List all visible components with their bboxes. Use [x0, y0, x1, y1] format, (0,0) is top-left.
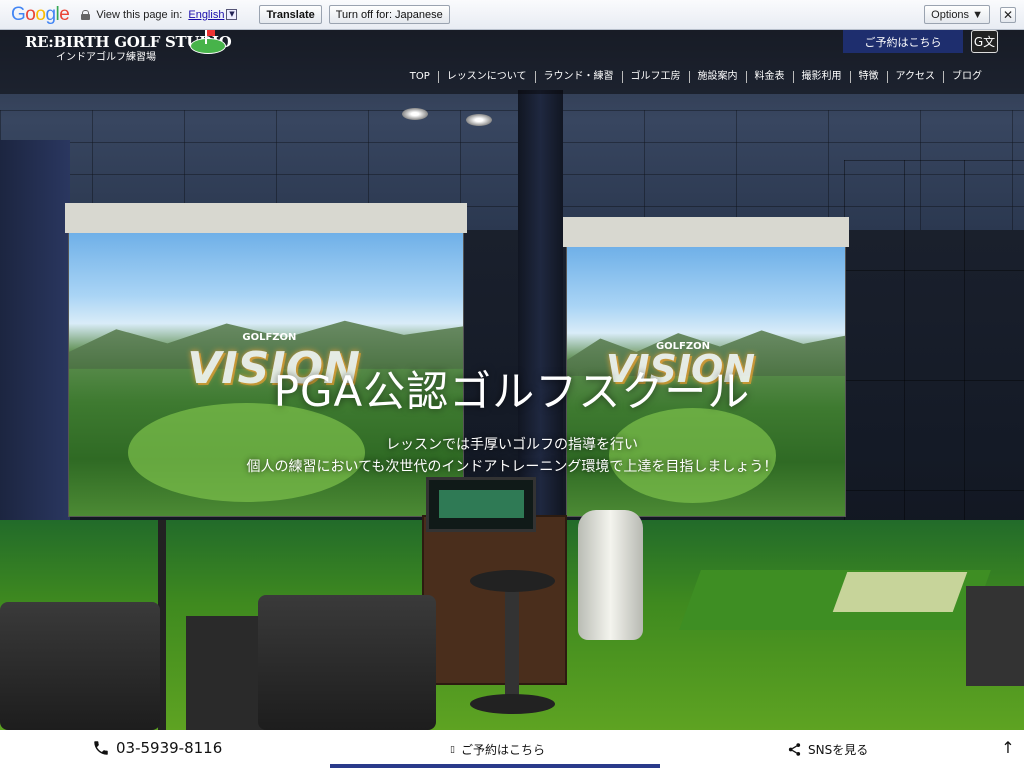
nav-item-shooting[interactable]: 撮影利用 — [792, 71, 850, 83]
translate-button[interactable]: Translate — [259, 5, 322, 24]
language-select[interactable]: English — [188, 9, 224, 21]
bottom-reserve-link[interactable]: ▯ ご予約はこちら — [450, 741, 545, 758]
active-strip — [330, 764, 660, 768]
nav-item-top[interactable]: TOP — [402, 71, 438, 83]
translate-prompt: View this page in: — [96, 8, 183, 21]
translate-icon[interactable]: G文 — [971, 30, 998, 53]
options-button[interactable]: Options ▼ — [924, 5, 990, 24]
bench-right — [966, 586, 1024, 686]
nav-item-lesson[interactable]: レッスンについて — [437, 71, 535, 83]
reserve-button[interactable]: ご予約はこちら — [843, 30, 963, 53]
site-logo[interactable]: RE:BIRTH GOLF STUDIO インドアゴルフ練習場 — [25, 30, 232, 64]
sns-label: SNSを見る — [808, 743, 869, 757]
nav-item-workshop[interactable]: ゴルフ工房 — [621, 71, 689, 83]
tee-mat — [832, 572, 968, 612]
main-nav: TOP レッスンについて ラウンド・練習 ゴルフ工房 施設案内 料金表 撮影利用… — [402, 71, 990, 83]
phone-number: 03-5939-8116 — [116, 739, 223, 757]
sofa-left — [0, 602, 160, 730]
turn-off-button[interactable]: Turn off for: Japanese — [328, 5, 450, 24]
stool — [470, 570, 555, 592]
nav-item-access[interactable]: アクセス — [886, 71, 944, 83]
nav-item-features[interactable]: 特徴 — [849, 71, 887, 83]
golf-bag — [578, 510, 643, 640]
monitor — [426, 477, 536, 532]
sns-link[interactable]: SNSを見る — [787, 741, 868, 758]
golf-green-icon — [190, 38, 226, 54]
site-header: RE:BIRTH GOLF STUDIO インドアゴルフ練習場 ご予約はこちら … — [0, 30, 1024, 94]
google-logo: Google — [11, 3, 70, 25]
lock-icon — [81, 9, 91, 20]
hero-subtitle-line: 個人の練習においても次世代のインドアトレーニング環境で上達を目指しましょう！ — [246, 459, 778, 475]
nav-item-blog[interactable]: ブログ — [943, 71, 990, 83]
hero-subtitle-line: レッスンでは手厚いゴルフの指導を行い — [386, 437, 638, 453]
desk — [422, 515, 567, 685]
nav-item-round[interactable]: ラウンド・練習 — [534, 71, 622, 83]
chevron-down-icon[interactable]: ▼ — [226, 9, 238, 20]
ceiling-light — [466, 114, 492, 126]
sofa-right — [258, 595, 436, 730]
flag-icon — [205, 30, 215, 44]
share-icon — [788, 743, 801, 756]
hero-subtitle: レッスンでは手厚いゴルフの指導を行い 個人の練習においても次世代のインドアトレー… — [0, 434, 1024, 478]
phone-icon — [94, 741, 108, 755]
bottom-reserve-label: ご予約はこちら — [460, 743, 545, 757]
close-icon[interactable]: ✕ — [1000, 6, 1016, 23]
nav-item-price[interactable]: 料金表 — [745, 71, 793, 83]
screen-brand: GOLFZON — [242, 332, 297, 344]
left-wall — [0, 140, 70, 560]
back-to-top-icon[interactable]: ↑ — [998, 738, 1018, 760]
calendar-icon: ▯ — [450, 744, 455, 755]
ceiling-light — [402, 108, 428, 120]
translate-bar: Google View this page in: English ▼ Tran… — [0, 0, 1024, 30]
phone-link[interactable]: 03-5939-8116 — [92, 739, 222, 757]
bottom-bar: 03-5939-8116 ▯ ご予約はこちら SNSを見る ↑ — [0, 730, 1024, 768]
nav-item-facility[interactable]: 施設案内 — [688, 71, 746, 83]
hero-title: PGA公認ゴルフスクール — [273, 367, 751, 416]
